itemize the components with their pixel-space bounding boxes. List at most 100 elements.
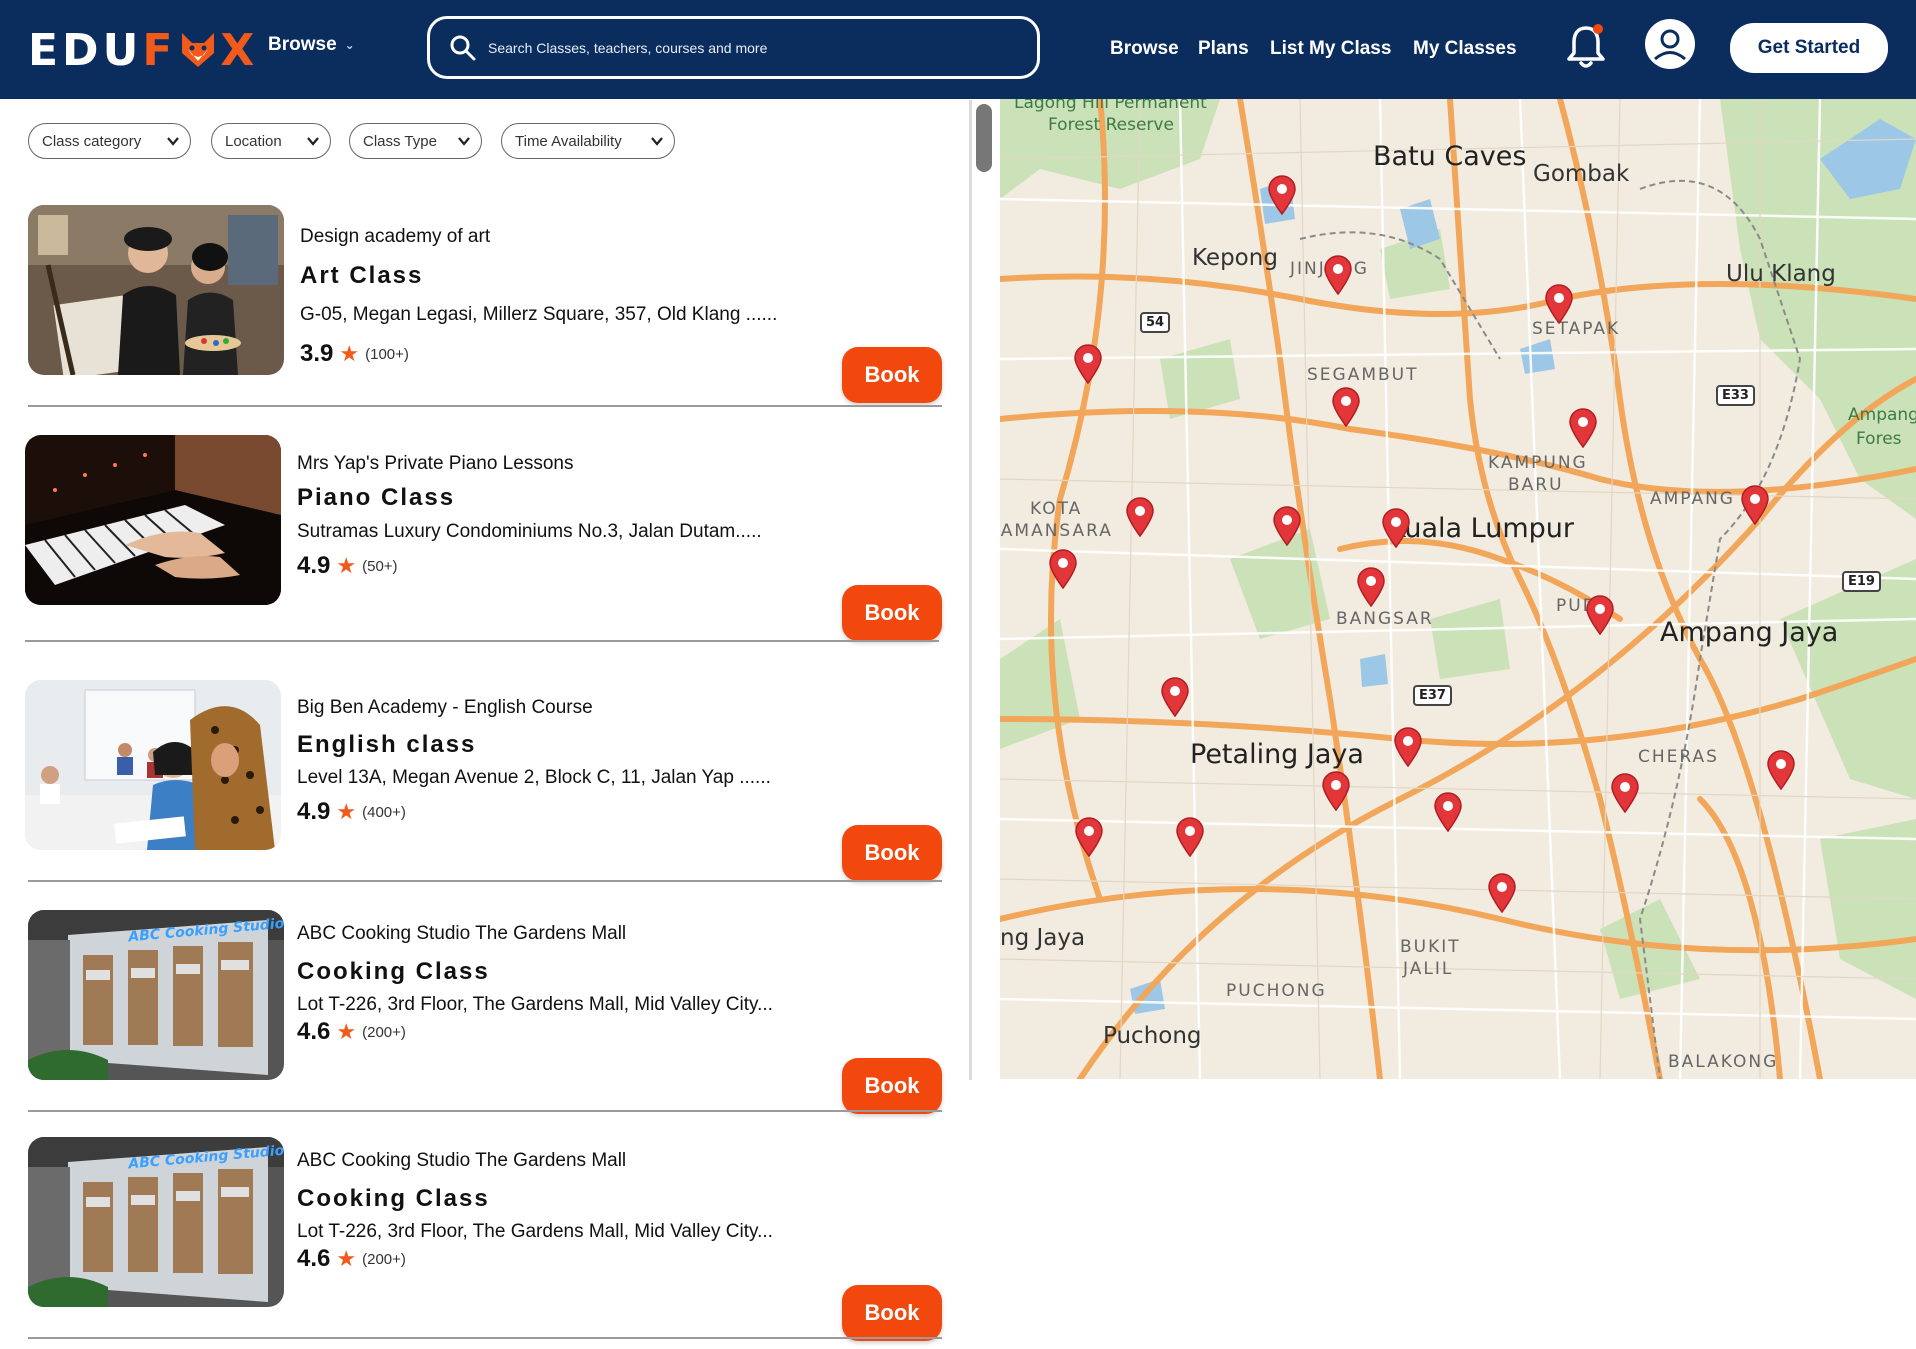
- book-button[interactable]: Book: [842, 1285, 942, 1341]
- class-thumbnail-cooking[interactable]: ABC Cooking Studio: [28, 910, 284, 1080]
- nav-plans[interactable]: Plans: [1198, 38, 1249, 60]
- nav-my-classes[interactable]: My Classes: [1413, 38, 1517, 60]
- rating-value: 3.9: [300, 340, 334, 367]
- class-thumbnail-piano[interactable]: [25, 435, 281, 605]
- map-label: Batu Caves: [1373, 141, 1527, 172]
- rating: 4.9 ★ (50+): [297, 552, 398, 580]
- map-pin-icon[interactable]: [1544, 284, 1574, 324]
- map-pin-icon[interactable]: [1740, 485, 1770, 525]
- map-pin-icon[interactable]: [1585, 595, 1615, 635]
- star-icon: ★: [336, 1019, 357, 1044]
- rating-value: 4.6: [297, 1018, 331, 1045]
- class-title[interactable]: Cooking Class: [297, 1185, 490, 1213]
- map-label: Puchong: [1103, 1023, 1202, 1049]
- highway-shield: E37: [1413, 685, 1452, 706]
- map-label: Lagong Hill Permanent: [1014, 99, 1207, 113]
- map-pin-icon[interactable]: [1323, 255, 1353, 295]
- map-label: Petaling Jaya: [1190, 739, 1364, 770]
- review-count: (200+): [362, 1023, 406, 1041]
- rating-value: 4.9: [297, 552, 331, 579]
- book-button[interactable]: Book: [842, 585, 942, 641]
- class-list: Design academy of art Art Class G-05, Me…: [0, 0, 960, 1349]
- map-pin-icon[interactable]: [1125, 497, 1155, 537]
- map-label: KAMPUNG: [1488, 453, 1588, 473]
- divider: [28, 1110, 942, 1112]
- map-label: CHERAS: [1638, 747, 1719, 767]
- provider-name: ABC Cooking Studio The Gardens Mall: [297, 923, 627, 944]
- map-pin-icon[interactable]: [1356, 567, 1386, 607]
- map-pin-icon[interactable]: [1331, 387, 1361, 427]
- map-label: AMPANG: [1650, 489, 1735, 509]
- provider-name: Mrs Yap's Private Piano Lessons: [297, 453, 574, 474]
- map-pin-icon[interactable]: [1272, 506, 1302, 546]
- highway-shield: E19: [1842, 571, 1881, 592]
- map-label: Forest Reserve: [1048, 115, 1174, 135]
- map-label: BUKIT: [1400, 937, 1461, 957]
- class-thumbnail-art[interactable]: [28, 205, 284, 375]
- provider-name: ABC Cooking Studio The Gardens Mall: [297, 1150, 627, 1171]
- map-label: JALIL: [1403, 959, 1454, 979]
- rating-value: 4.6: [297, 1245, 331, 1272]
- scrollbar-track[interactable]: [969, 100, 972, 1080]
- map-pin-icon[interactable]: [1393, 727, 1423, 767]
- map-label: Ampang Jaya: [1660, 617, 1839, 648]
- rating: 4.6 ★ (200+): [297, 1018, 406, 1046]
- class-thumbnail-english[interactable]: [25, 680, 281, 850]
- rating: 4.9 ★ (400+): [297, 798, 406, 826]
- map-label: Kepong: [1192, 245, 1278, 271]
- map-label: Gombak: [1533, 161, 1630, 187]
- map-pin-icon[interactable]: [1321, 771, 1351, 811]
- map-label: Kuala Lumpur: [1388, 513, 1574, 544]
- map-label: DAMANSARA: [1000, 521, 1113, 541]
- map-base: [1000, 99, 1916, 1079]
- scrollbar-thumb[interactable]: [976, 104, 992, 172]
- map-pin-icon[interactable]: [1175, 817, 1205, 857]
- divider: [28, 1337, 942, 1339]
- divider: [28, 880, 942, 882]
- class-title[interactable]: Art Class: [300, 262, 423, 290]
- map-pin-icon[interactable]: [1074, 817, 1104, 857]
- class-thumbnail-cooking[interactable]: ABC Cooking Studio: [28, 1137, 284, 1307]
- map-pin-icon[interactable]: [1610, 773, 1640, 813]
- review-count: (200+): [362, 1250, 406, 1268]
- map-pin-icon[interactable]: [1433, 792, 1463, 832]
- map-pin-icon[interactable]: [1381, 508, 1411, 548]
- map-pin-icon[interactable]: [1048, 549, 1078, 589]
- rating-value: 4.9: [297, 798, 331, 825]
- review-count: (400+): [362, 803, 406, 821]
- user-avatar-icon[interactable]: [1644, 18, 1696, 70]
- provider-name: Design academy of art: [300, 226, 491, 247]
- map-pin-icon[interactable]: [1267, 175, 1297, 215]
- class-address: Sutramas Luxury Condominiums No.3, Jalan…: [297, 521, 762, 542]
- map-pin-icon[interactable]: [1487, 873, 1517, 913]
- map-pin-icon[interactable]: [1568, 408, 1598, 448]
- book-button[interactable]: Book: [842, 825, 942, 881]
- map-label: PUCHONG: [1226, 981, 1327, 1001]
- divider: [28, 405, 942, 407]
- map-label: ng Jaya: [1000, 925, 1086, 951]
- nav-list-my-class[interactable]: List My Class: [1270, 38, 1391, 60]
- class-title[interactable]: English class: [297, 731, 476, 759]
- map-pin-icon[interactable]: [1073, 344, 1103, 384]
- class-address: Level 13A, Megan Avenue 2, Block C, 11, …: [297, 767, 771, 788]
- map-pin-icon[interactable]: [1766, 750, 1796, 790]
- provider-name: Big Ben Academy - English Course: [297, 697, 593, 718]
- class-title[interactable]: Cooking Class: [297, 958, 490, 986]
- highway-shield: E33: [1716, 385, 1755, 406]
- class-title[interactable]: Piano Class: [297, 484, 455, 512]
- star-icon: ★: [339, 341, 360, 366]
- map-view[interactable]: Lagong Hill Permanent Forest Reserve Bat…: [1000, 99, 1916, 1079]
- map-pin-icon[interactable]: [1160, 677, 1190, 717]
- nav-browse[interactable]: Browse: [1110, 38, 1179, 60]
- get-started-button[interactable]: Get Started: [1730, 23, 1888, 73]
- map-label: BARU: [1508, 475, 1564, 495]
- book-button[interactable]: Book: [842, 1058, 942, 1114]
- notification-bell-icon[interactable]: [1565, 22, 1607, 72]
- map-label: SEGAMBUT: [1307, 365, 1419, 385]
- class-address: Lot T-226, 3rd Floor, The Gardens Mall, …: [297, 1221, 773, 1242]
- map-label: BALAKONG: [1668, 1052, 1779, 1072]
- class-address: G-05, Megan Legasi, Millerz Square, 357,…: [300, 304, 778, 325]
- star-icon: ★: [336, 799, 357, 824]
- book-button[interactable]: Book: [842, 347, 942, 403]
- review-count: (100+): [365, 345, 409, 363]
